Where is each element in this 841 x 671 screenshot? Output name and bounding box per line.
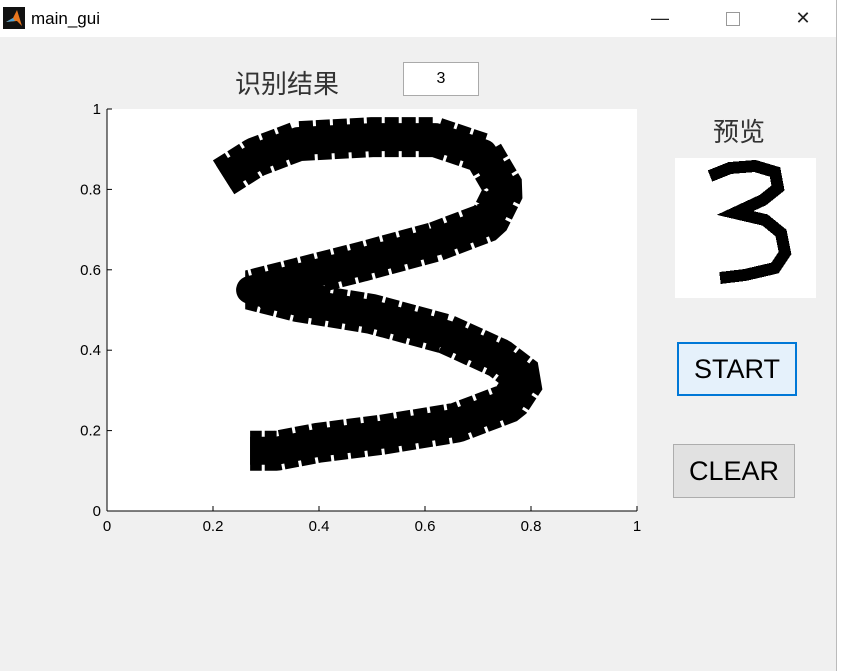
x-tick-label: 0.6 xyxy=(415,518,436,535)
clear-button[interactable]: CLEAR xyxy=(673,444,795,498)
x-tick-label: 0.4 xyxy=(309,518,330,535)
x-tick-label: 1 xyxy=(633,518,641,535)
x-tick-label: 0 xyxy=(103,518,111,535)
preview-image xyxy=(675,158,816,298)
y-tick-label: 0.8 xyxy=(80,181,101,198)
x-tick-label: 0.8 xyxy=(521,518,542,535)
x-tick-label: 0.2 xyxy=(203,518,224,535)
y-tick-label: 0.2 xyxy=(80,423,101,440)
preview-label: 预览 xyxy=(713,118,766,148)
y-tick-label: 1 xyxy=(93,101,101,118)
y-tick-label: 0.6 xyxy=(80,262,101,279)
start-button[interactable]: START xyxy=(677,342,797,396)
y-tick-label: 0.4 xyxy=(80,342,101,359)
y-tick-label: 0 xyxy=(93,503,101,520)
drawing-axes[interactable]: 0 0.2 0.4 0.6 0.8 1 0 0.2 0.4 0.6 0.8 1 xyxy=(0,0,841,671)
